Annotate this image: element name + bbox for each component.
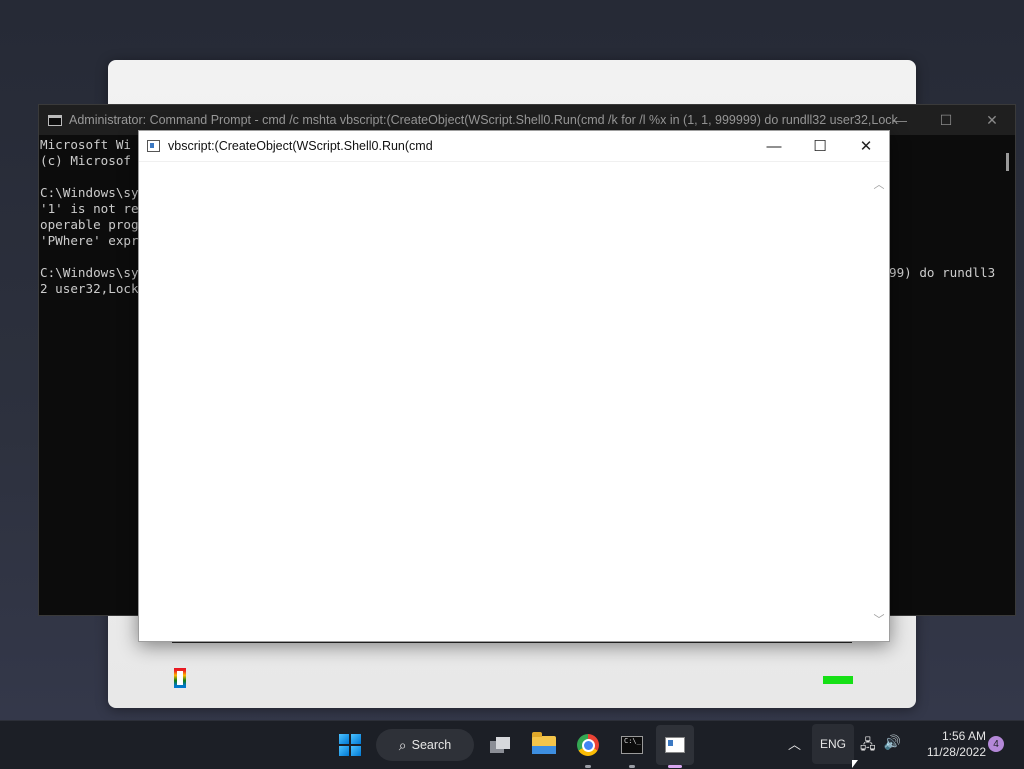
- notification-count-badge[interactable]: 4: [988, 736, 1004, 752]
- file-explorer-button[interactable]: [528, 725, 560, 765]
- green-status-indicator: [823, 676, 853, 684]
- folder-icon: [532, 732, 556, 754]
- chrome-taskbar-button[interactable]: [572, 725, 604, 768]
- show-hidden-icons-chevron-icon[interactable]: ︿: [788, 734, 801, 753]
- cmd-scrollbar-thumb[interactable]: [1006, 153, 1009, 171]
- taskbar-search-button[interactable]: ⌕ Search: [376, 729, 474, 761]
- console-line-fragment: 99) do rundll3: [889, 265, 996, 280]
- colorful-app-icon: [174, 668, 186, 688]
- chrome-icon: [577, 734, 599, 756]
- command-prompt-icon: [48, 114, 62, 126]
- cmd-window-controls: — ☐ ✕: [877, 105, 1015, 135]
- mshta-titlebar[interactable]: vbscript:(CreateObject(WScript.Shell0.Ru…: [139, 131, 889, 162]
- search-icon: ⌕: [398, 736, 407, 753]
- start-button[interactable]: [334, 725, 366, 765]
- mshta-close-button[interactable]: ✕: [843, 131, 889, 161]
- windows-start-icon: [339, 734, 361, 756]
- clock-date: 11/28/2022: [926, 745, 986, 759]
- taskbar-clock[interactable]: 1:56 AM 11/28/2022: [910, 728, 986, 760]
- application-window-icon: [665, 737, 685, 753]
- mshta-window-controls: — ☐ ✕: [751, 131, 889, 161]
- mshta-content-area[interactable]: ︿ ﹀: [139, 162, 889, 641]
- command-prompt-taskbar-button[interactable]: C:\_: [616, 725, 648, 768]
- mshta-minimize-button[interactable]: —: [751, 131, 797, 161]
- search-label: Search: [411, 738, 452, 752]
- mshta-taskbar-button[interactable]: [656, 725, 694, 768]
- mouse-cursor: [852, 760, 858, 768]
- network-icon[interactable]: 🖧: [860, 734, 876, 758]
- task-view-button[interactable]: [484, 725, 516, 765]
- command-prompt-icon: C:\_: [621, 736, 643, 754]
- application-window-icon: [147, 140, 160, 152]
- task-view-icon: [490, 737, 510, 753]
- mshta-window-title: vbscript:(CreateObject(WScript.Shell0.Ru…: [168, 139, 433, 153]
- cmd-close-button[interactable]: ✕: [969, 105, 1015, 135]
- scroll-up-arrow-icon[interactable]: ︿: [871, 176, 887, 192]
- cmd-maximize-button[interactable]: ☐: [923, 105, 969, 135]
- volume-icon[interactable]: 🔊: [884, 734, 901, 758]
- mshta-maximize-button[interactable]: ☐: [797, 131, 843, 161]
- mshta-window[interactable]: vbscript:(CreateObject(WScript.Shell0.Ru…: [138, 130, 890, 642]
- input-language-indicator[interactable]: ENG: [812, 724, 854, 764]
- scroll-down-arrow-icon[interactable]: ﹀: [871, 611, 887, 627]
- system-tray-icons[interactable]: 🖧 🔊: [860, 734, 901, 758]
- cmd-window-title: Administrator: Command Prompt - cmd /c m…: [69, 113, 899, 127]
- clock-time: 1:56 AM: [941, 729, 986, 743]
